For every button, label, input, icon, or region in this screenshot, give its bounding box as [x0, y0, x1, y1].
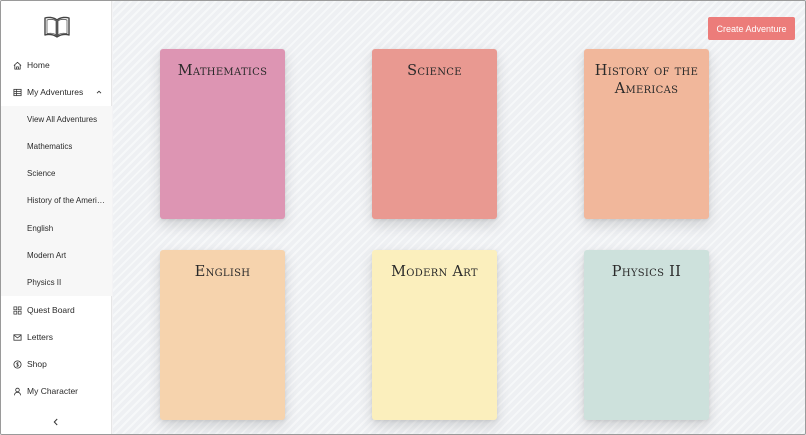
book-title: Science [407, 63, 462, 79]
sub-item-label: Physics II [27, 277, 62, 287]
sub-item-label: English [27, 223, 54, 233]
app-window: Home My Adventures View All Adventures M… [0, 0, 806, 435]
sub-item-label: Science [27, 168, 56, 178]
chevron-up-icon[interactable] [95, 88, 103, 96]
sidebar-item-mathematics[interactable]: Mathematics [1, 133, 112, 159]
create-adventure-button[interactable]: Create Adventure [708, 17, 795, 40]
mail-icon [12, 332, 22, 342]
collapse-sidebar-button[interactable] [50, 416, 62, 428]
sidebar-item-english[interactable]: English [1, 215, 112, 241]
nav-shop[interactable]: Shop [1, 351, 112, 377]
book-title: Physics II [611, 264, 682, 280]
adventure-book-modern-art[interactable]: Modern Art [372, 250, 497, 420]
book-title: English [194, 264, 251, 280]
sidebar-item-science[interactable]: Science [1, 160, 112, 186]
adventure-book-history-of-the-americas[interactable]: History of the Americas [584, 49, 709, 219]
adventure-book-english[interactable]: English [160, 250, 285, 420]
sidebar-item-modern-art[interactable]: Modern Art [1, 242, 112, 268]
nav-quest-board-label: Quest Board [27, 305, 75, 315]
sidebar-item-view-all-adventures[interactable]: View All Adventures [1, 106, 112, 132]
user-icon [12, 386, 22, 396]
nav-quest-board[interactable]: Quest Board [1, 297, 112, 323]
sidebar-item-physics-ii[interactable]: Physics II [1, 269, 112, 295]
nav-home[interactable]: Home [1, 52, 112, 78]
book-title: Mathematics [177, 63, 268, 79]
sub-item-label: View All Adventures [27, 114, 98, 124]
nav-my-adventures-label: My Adventures [27, 87, 84, 97]
coin-icon [12, 359, 22, 369]
nav-my-character-label: My Character [27, 386, 79, 396]
nav-home-label: Home [27, 60, 50, 70]
adventure-book-physics-ii[interactable]: Physics II [584, 250, 709, 420]
sub-item-label: History of the Americas [27, 195, 105, 205]
grid-icon [12, 305, 22, 315]
sidebar: Home My Adventures View All Adventures M… [1, 1, 112, 434]
home-icon [12, 60, 22, 70]
nav-my-adventures[interactable]: My Adventures [1, 79, 112, 105]
book-title: Modern Art [391, 264, 478, 280]
nav-shop-label: Shop [27, 359, 47, 369]
sub-item-label: Modern Art [27, 250, 67, 260]
nav-letters[interactable]: Letters [1, 324, 112, 350]
chevron-left-icon [53, 418, 58, 426]
nav-my-character[interactable]: My Character [1, 378, 112, 404]
open-book-icon[interactable] [44, 15, 70, 39]
table-icon [12, 87, 22, 97]
adventure-book-science[interactable]: Science [372, 49, 497, 219]
adventure-book-mathematics[interactable]: Mathematics [160, 49, 285, 219]
book-title: History of the Americas [594, 63, 699, 97]
nav-letters-label: Letters [27, 332, 53, 342]
sidebar-item-history-of-the-americas[interactable]: History of the Americas [1, 187, 112, 213]
sub-item-label: Mathematics [27, 141, 73, 151]
